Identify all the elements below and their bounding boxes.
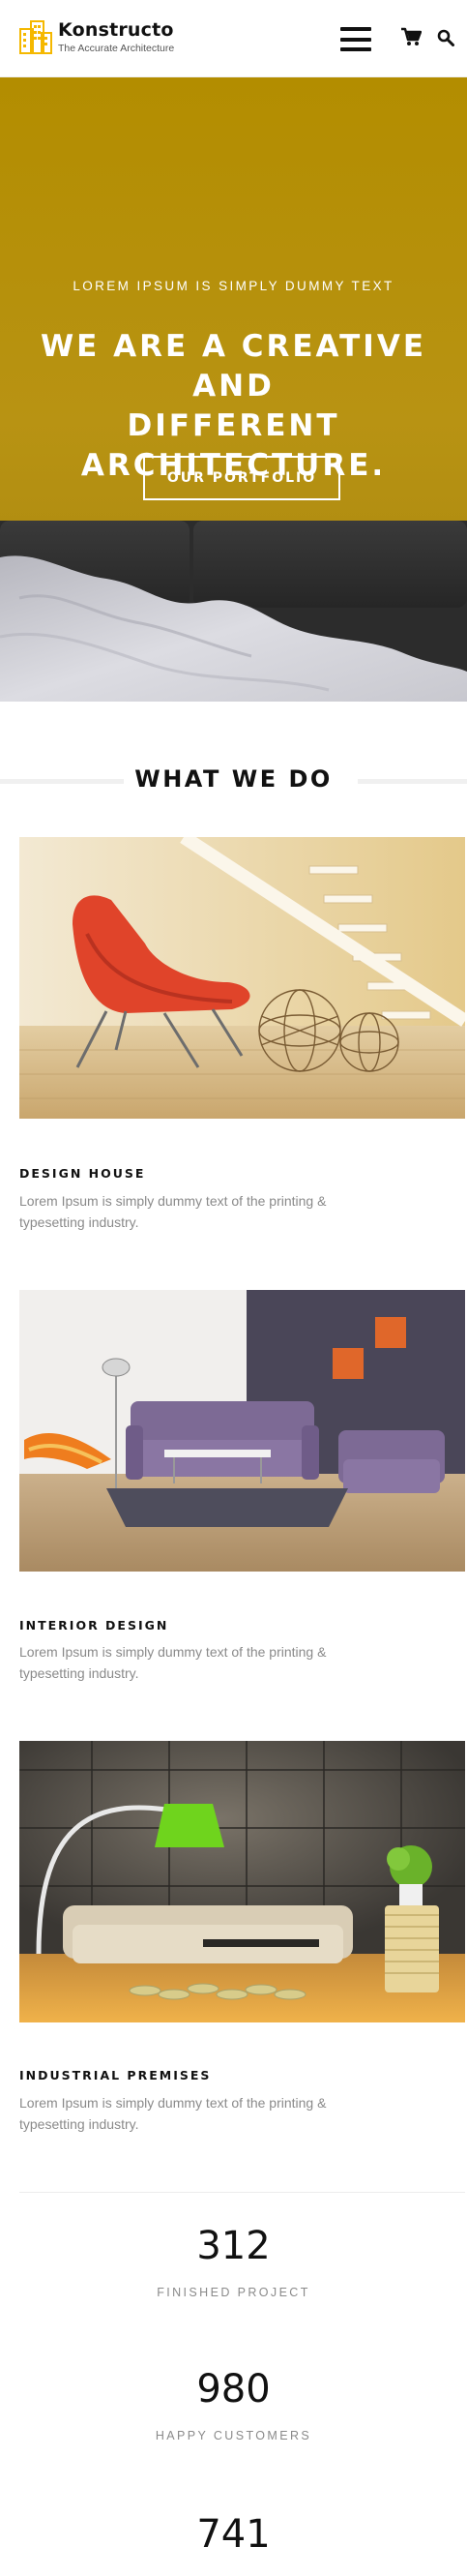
what-we-do-section-title: WHAT WE DO xyxy=(0,760,467,798)
menu-icon[interactable] xyxy=(340,27,371,51)
section-divider xyxy=(19,2192,465,2193)
hero-title-line: WE ARE A CREATIVE AND xyxy=(40,329,426,404)
portfolio-button[interactable]: OUR PORTFOLIO xyxy=(143,456,340,500)
service-description-line: Lorem Ipsum is simply dummy text of the … xyxy=(19,1644,327,1660)
service-description: Lorem Ipsum is simply dummy text of the … xyxy=(19,1641,425,1684)
service-description-line: Lorem Ipsum is simply dummy text of the … xyxy=(19,1193,327,1209)
hero-sofa-image xyxy=(0,521,467,702)
logo[interactable]: Konstructo The Accurate Architecture xyxy=(19,19,174,55)
logo-text: Konstructo The Accurate Architecture xyxy=(58,19,174,55)
interior-design-image[interactable] xyxy=(19,1290,465,1572)
counter-label: FINISHED PROJECT xyxy=(157,2286,310,2299)
service-description: Lorem Ipsum is simply dummy text of the … xyxy=(19,2092,425,2135)
service-description-line: typesetting industry. xyxy=(19,1214,139,1230)
counter-value: 980 xyxy=(196,2367,271,2411)
brand-name: Konstructo xyxy=(58,19,174,41)
search-icon[interactable] xyxy=(437,29,454,46)
industrial-premises-image[interactable] xyxy=(19,1741,465,2022)
service-description-line: typesetting industry. xyxy=(19,1665,139,1681)
counter-value: 741 xyxy=(196,2512,271,2557)
hero-banner: LOREM IPSUM IS SIMPLY DUMMY TEXT WE ARE … xyxy=(0,77,467,702)
title-divider-right xyxy=(358,779,467,784)
service-title: DESIGN HOUSE xyxy=(19,1166,146,1181)
service-title: INDUSTRIAL PREMISES xyxy=(19,2068,212,2082)
service-description-line: typesetting industry. xyxy=(19,2116,139,2132)
design-house-image[interactable] xyxy=(19,837,465,1119)
counter-value: 312 xyxy=(196,2224,271,2268)
service-description: Lorem Ipsum is simply dummy text of the … xyxy=(19,1190,425,1233)
title-divider-left xyxy=(0,779,124,784)
brand-tagline: The Accurate Architecture xyxy=(58,43,175,54)
logo-building-icon xyxy=(19,19,52,54)
hero-subtitle: LOREM IPSUM IS SIMPLY DUMMY TEXT xyxy=(73,279,394,293)
service-description-line: Lorem Ipsum is simply dummy text of the … xyxy=(19,2095,327,2111)
site-header: Konstructo The Accurate Architecture xyxy=(0,0,467,77)
counter-label: HAPPY CUSTOMERS xyxy=(155,2429,312,2442)
cart-icon[interactable] xyxy=(400,27,423,46)
service-title: INTERIOR DESIGN xyxy=(19,1618,169,1632)
